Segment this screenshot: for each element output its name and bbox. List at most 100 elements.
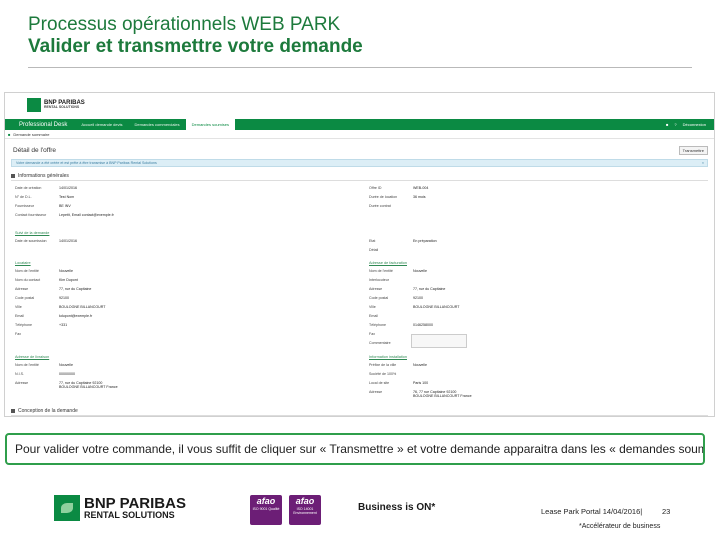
badge-sub: ISO 14001 Environnement: [293, 507, 317, 515]
field-value: 77, rue du Capitaine: [413, 287, 446, 291]
info-banner-text: Votre demande a été créée et est prête à…: [16, 161, 157, 165]
install-row: Adresse 76, 77 rue Capitaine 92100 BOULOG…: [369, 390, 473, 398]
field-label: Nom de l'entité: [15, 363, 39, 367]
close-icon[interactable]: ×: [702, 160, 704, 167]
group-locataire-title: Locataire: [15, 261, 31, 265]
locataire-row: Adresse 77, rue du Capitaine: [15, 287, 91, 291]
facturation-row: Téléphone 0146258000: [369, 323, 433, 327]
commentaire-textarea[interactable]: [411, 334, 467, 348]
field-value: 76, 77 rue Capitaine 92100 BOULOGNE BILL…: [413, 390, 472, 398]
facturation-row: Adresse 77, rue du Capitaine: [369, 287, 445, 291]
document-icon: ■: [8, 131, 11, 137]
install-row: Local de site Paris 100: [369, 381, 428, 385]
footer-brand-line2: RENTAL SOLUTIONS: [84, 510, 175, 520]
field-label: Ville: [15, 305, 22, 309]
group-livraison-title: Adresse de livraison: [15, 355, 50, 359]
locataire-row: Téléphone +331: [15, 323, 67, 327]
app-screenshot: BNP PARIBAS RENTAL SOLUTIONS Professional…: [4, 92, 715, 417]
slide-title-line1: Processus opérationnels WEB PARK: [28, 14, 341, 35]
facturation-row: Commentaire: [369, 341, 413, 345]
install-row: Préfixe de la ville Nouvelle: [369, 363, 427, 367]
slide-title-line2: Valider et transmettre votre demande: [28, 35, 363, 57]
afao-badge-2: afao ISO 14001 Environnement: [289, 495, 321, 525]
footnote: *Accélérateur de business: [579, 523, 661, 530]
field-label: Nom du contact: [15, 278, 41, 282]
field-value: 14/01/2016: [59, 239, 77, 243]
field-value: BE INV: [59, 204, 71, 208]
field-label: Code postal: [15, 296, 35, 300]
section-conception[interactable]: Conception de la demande: [11, 406, 708, 416]
field-label: Fax: [15, 332, 21, 336]
field-label: Local de site: [369, 381, 390, 385]
footer-bnp-logo: BNP PARIBAS RENTAL SOLUTIONS: [54, 495, 186, 521]
field-value: Test Nom: [59, 195, 75, 199]
field-label: Ville: [369, 305, 376, 309]
locataire-row: Ville BOULOGNE BILLANCOURT: [15, 305, 105, 309]
field-value: 36 mois: [413, 195, 426, 199]
title-divider: [28, 67, 692, 68]
logout-link[interactable]: Déconnexion: [683, 122, 706, 127]
slide-title: Processus opérationnels WEB PARK Valider…: [28, 14, 363, 58]
field-label: Adresse: [15, 287, 29, 291]
settings-icon[interactable]: ■: [666, 122, 668, 127]
nav-brand[interactable]: Professional Desk: [5, 122, 75, 128]
suivi-row: Date de soumission 14/01/2016: [15, 239, 77, 243]
field-label: Etat: [369, 239, 376, 243]
field-value: BOULOGNE BILLANCOURT: [413, 305, 460, 309]
tab-accueil[interactable]: Accueil demande devis: [75, 119, 128, 130]
general-row: N° de D.L. Test Nom: [15, 195, 74, 199]
facturation-row: Ville BOULOGNE BILLANCOURT: [369, 305, 459, 309]
detail-header: Détail de l'offre Transmettre: [11, 143, 708, 157]
field-label: Adresse: [15, 381, 29, 385]
field-label: Email: [369, 314, 378, 318]
section-toggle-icon: [11, 408, 15, 413]
footer-meta: Lease Park Portal 14/04/2016|: [541, 507, 643, 516]
field-value: Nouvelle: [59, 269, 73, 273]
field-label: Durée contrat: [369, 204, 391, 208]
field-label: N.I.S.: [15, 372, 24, 376]
info-banner: Votre demande a été créée et est prête à…: [11, 159, 708, 167]
field-label: Email: [15, 314, 24, 318]
locataire-row: Nom de l'entité Nouvelle: [15, 269, 73, 273]
field-value: En préparation: [413, 239, 437, 243]
section-toggle-icon: [11, 173, 15, 178]
livraison-row: Adresse 77, rue du Capitaine 92100 BOULOG…: [15, 381, 119, 389]
afao-badge-1: afao ISO 9001 Qualité: [250, 495, 282, 525]
field-label: Durée de location: [369, 195, 398, 199]
instruction-text: Pour valider votre commande, il vous suf…: [15, 442, 705, 456]
field-value: 77, rue du Capitaine: [59, 287, 92, 291]
group-facturation-title: Adresse de facturation: [369, 261, 407, 265]
livraison-row: N.I.S. 00000000: [15, 372, 75, 376]
field-label: Nom de l'entité: [369, 269, 393, 273]
help-icon[interactable]: ?: [674, 122, 676, 127]
facturation-row: Nom de l'entité Nouvelle: [369, 269, 427, 273]
field-label: Offre ID: [369, 186, 382, 190]
bnp-logo-icon: [54, 495, 80, 521]
field-label: Téléphone: [369, 323, 386, 327]
app-logo-line2: RENTAL SOLUTIONS: [44, 105, 80, 110]
app-logo: BNP PARIBAS RENTAL SOLUTIONS: [27, 98, 85, 112]
general-row: Fournisseur BE INV: [15, 204, 71, 208]
instruction-callout: Pour valider votre commande, il vous suf…: [5, 433, 705, 465]
field-value: Nouvelle: [413, 269, 427, 273]
field-label: Code postal: [369, 296, 389, 300]
field-label: Contact fournisseur: [15, 213, 47, 217]
breadcrumb-item[interactable]: Demande sommaire: [13, 132, 49, 137]
facturation-row: Fax: [369, 332, 413, 336]
badge-name: afao: [295, 496, 315, 506]
field-value: Lepetit, Email contact@exemple.fr: [59, 213, 114, 217]
detail-title: Détail de l'offre: [13, 146, 57, 154]
field-label: Préfixe de la ville: [369, 363, 397, 367]
section-informations-generales[interactable]: Informations générales: [11, 171, 708, 181]
field-value: Nouvelle: [59, 363, 73, 367]
locataire-row: Nom du contact Kim Dupont: [15, 278, 78, 282]
field-value: Nouvelle: [413, 363, 427, 367]
field-value: Kim Dupont: [59, 278, 78, 282]
transmettre-button[interactable]: Transmettre: [678, 145, 708, 155]
tab-demandes-soumises[interactable]: Demandes soumises: [185, 119, 235, 130]
tab-demandes-commerciales[interactable]: Demandes commerciales: [129, 119, 186, 130]
facturation-row: Interlocuteur: [369, 278, 413, 282]
field-label: N° de D.L.: [15, 195, 32, 199]
page-number: 23: [662, 507, 671, 516]
field-label: Commentaire: [369, 341, 391, 345]
